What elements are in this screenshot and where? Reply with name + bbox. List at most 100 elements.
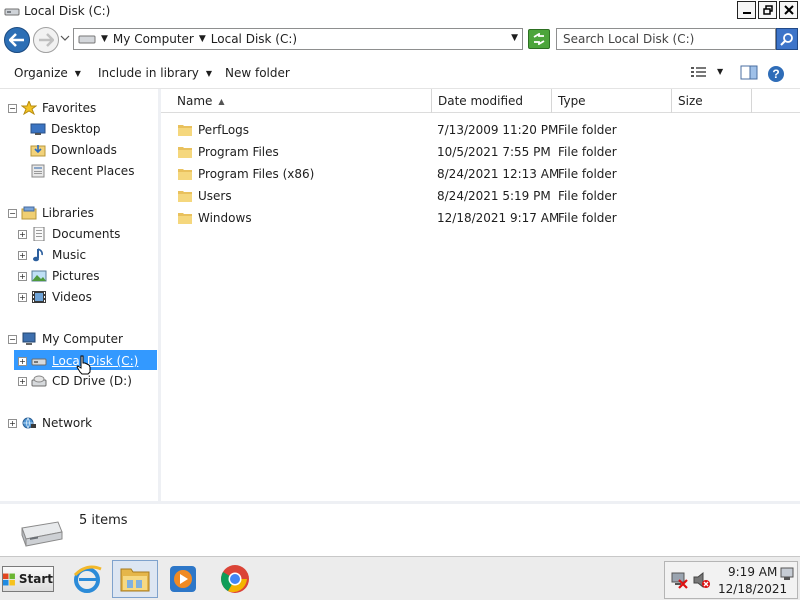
file-name: Program Files — [198, 145, 279, 159]
refresh-button[interactable] — [528, 29, 550, 49]
tree-item-downloads[interactable]: Downloads — [30, 143, 117, 157]
item-count: 5 items — [79, 513, 128, 528]
chevron-down-icon: ▼ — [74, 68, 81, 78]
taskbar-chrome[interactable] — [212, 560, 258, 598]
clock-time[interactable]: 9:19 AM — [728, 565, 777, 579]
minimize-button[interactable] — [737, 1, 756, 19]
folder-icon — [178, 213, 192, 224]
pictures-icon — [31, 270, 47, 282]
search-icon — [780, 33, 793, 46]
breadcrumb-chevron-icon[interactable]: ▼ — [101, 34, 108, 44]
table-row[interactable]: Windows 12/18/2021 9:17 AM File folder — [161, 207, 781, 229]
downloads-folder-icon — [30, 145, 46, 157]
tree-item-videos[interactable]: + Videos — [18, 290, 92, 304]
collapse-icon[interactable]: − — [8, 103, 17, 113]
column-header-size[interactable]: Size — [672, 89, 752, 113]
collapse-icon[interactable]: − — [8, 334, 17, 344]
tree-my-computer[interactable]: − My Computer — [8, 332, 123, 346]
breadcrumb-chevron-icon[interactable]: ▼ — [199, 34, 206, 44]
expand-icon[interactable]: + — [18, 250, 27, 260]
restore-button[interactable] — [758, 1, 777, 19]
arrow-left-icon — [9, 33, 24, 47]
help-icon[interactable]: ? — [767, 65, 785, 83]
command-bar: Organize ▼ Include in library ▼ New folder… — [0, 57, 800, 89]
view-dropdown-icon[interactable]: ▼ — [717, 67, 723, 76]
start-button[interactable]: Start — [2, 566, 54, 592]
tree-item-documents[interactable]: + Documents — [18, 227, 120, 241]
tree-label: Desktop — [51, 122, 101, 136]
tree-item-pictures[interactable]: + Pictures — [18, 269, 100, 283]
drive-icon — [4, 8, 20, 15]
tree-favorites[interactable]: − Favorites — [8, 101, 96, 115]
include-in-library-button[interactable]: Include in library ▼ — [98, 66, 212, 80]
expand-icon[interactable]: + — [18, 292, 27, 302]
chevron-down-icon: ▼ — [205, 68, 213, 78]
column-header-name[interactable]: Name ▲ — [161, 89, 432, 113]
windows-logo-icon — [3, 573, 15, 585]
table-row[interactable]: Users 8/24/2021 5:19 PM File folder — [161, 185, 781, 207]
file-name: Users — [198, 189, 232, 203]
breadcrumb-local-disk[interactable]: Local Disk (C:) — [211, 32, 297, 46]
tree-label: Music — [52, 248, 87, 262]
file-date: 8/24/2021 12:13 AM — [437, 167, 560, 181]
table-row[interactable]: Program Files (x86) 8/24/2021 12:13 AM F… — [161, 163, 781, 185]
column-label: Size — [678, 94, 703, 108]
libraries-icon — [21, 206, 37, 220]
folder-icon — [178, 125, 192, 136]
clock-date[interactable]: 12/18/2021 — [718, 582, 787, 596]
action-center-flag-icon[interactable] — [780, 567, 794, 581]
documents-icon — [33, 227, 45, 241]
tree-item-desktop[interactable]: Desktop — [30, 122, 101, 136]
recent-pages-dropdown-icon[interactable] — [60, 35, 70, 41]
computer-icon — [22, 332, 36, 345]
address-dropdown-icon[interactable]: ▼ — [511, 33, 518, 43]
network-disconnected-icon[interactable] — [670, 571, 688, 589]
view-options-icon[interactable] — [690, 65, 708, 79]
drive-icon — [31, 358, 47, 366]
drive-icon — [21, 521, 63, 547]
taskbar-windows-explorer[interactable] — [112, 560, 158, 598]
expand-icon[interactable]: + — [18, 271, 27, 281]
address-bar[interactable]: ▼ My Computer ▼ Local Disk (C:) ▼ — [73, 28, 523, 50]
expand-icon[interactable]: + — [18, 376, 27, 386]
column-header-date-modified[interactable]: Date modified — [432, 89, 552, 113]
hand-cursor-icon — [76, 355, 91, 375]
tree-label: Documents — [52, 227, 121, 241]
include-in-library-label: Include in library — [98, 66, 199, 80]
taskbar-internet-explorer[interactable] — [64, 560, 110, 598]
file-date: 12/18/2021 9:17 AM — [437, 211, 560, 225]
collapse-icon[interactable]: − — [8, 208, 17, 218]
breadcrumb-my-computer[interactable]: My Computer — [113, 32, 194, 46]
file-name: Windows — [198, 211, 252, 225]
title-bar: Local Disk (C:) — [0, 0, 800, 21]
table-row[interactable]: Program Files 10/5/2021 7:55 PM File fol… — [161, 141, 781, 163]
table-row[interactable]: PerfLogs 7/13/2009 11:20 PM File folder — [161, 119, 781, 141]
videos-icon — [32, 291, 46, 303]
expand-icon[interactable]: + — [18, 356, 27, 366]
search-button[interactable] — [776, 28, 798, 50]
volume-muted-icon[interactable] — [693, 571, 711, 589]
arrow-right-icon — [39, 33, 54, 47]
column-header-type[interactable]: Type — [552, 89, 672, 113]
navigation-pane: − Favorites Desktop Downloads Recent Pla… — [0, 89, 158, 501]
tree-label: Recent Places — [51, 164, 135, 178]
taskbar-media-player[interactable] — [160, 560, 206, 598]
back-button[interactable] — [4, 27, 30, 53]
tree-label: Favorites — [42, 101, 97, 115]
tree-libraries[interactable]: − Libraries — [8, 206, 94, 220]
details-pane: 5 items — [0, 501, 800, 556]
forward-button[interactable] — [33, 27, 59, 53]
tree-item-music[interactable]: + Music — [18, 248, 86, 262]
tree-item-recent-places[interactable]: Recent Places — [30, 164, 134, 178]
tree-network[interactable]: + Network — [8, 416, 92, 430]
organize-button[interactable]: Organize ▼ — [14, 66, 81, 80]
expand-icon[interactable]: + — [18, 229, 27, 239]
tree-item-cd-drive[interactable]: + CD Drive (D:) — [18, 374, 132, 388]
network-icon — [22, 417, 36, 429]
preview-pane-icon[interactable] — [740, 65, 758, 80]
close-button[interactable] — [779, 1, 798, 19]
new-folder-button[interactable]: New folder — [225, 66, 290, 80]
expand-icon[interactable]: + — [8, 418, 17, 428]
recent-places-icon — [31, 164, 45, 178]
search-input[interactable]: Search Local Disk (C:) — [556, 28, 776, 50]
